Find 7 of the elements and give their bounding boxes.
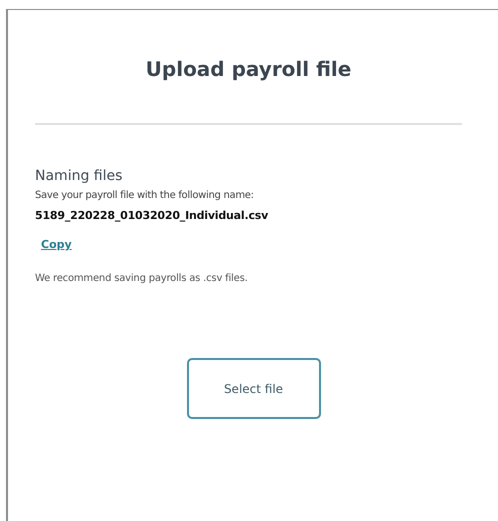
- select-file-button[interactable]: Select file: [186, 358, 320, 419]
- section-heading: Naming files: [35, 168, 124, 184]
- copy-link[interactable]: Copy: [41, 238, 72, 251]
- file-name: 5189_220228_01032020_Individual.csv: [35, 209, 270, 222]
- instruction-text: Save your payroll file with the following name:: [35, 190, 255, 201]
- recommendation-text: We recommend saving payrolls as .csv files.: [35, 273, 249, 284]
- dialog-title: Upload payroll file: [144, 57, 352, 81]
